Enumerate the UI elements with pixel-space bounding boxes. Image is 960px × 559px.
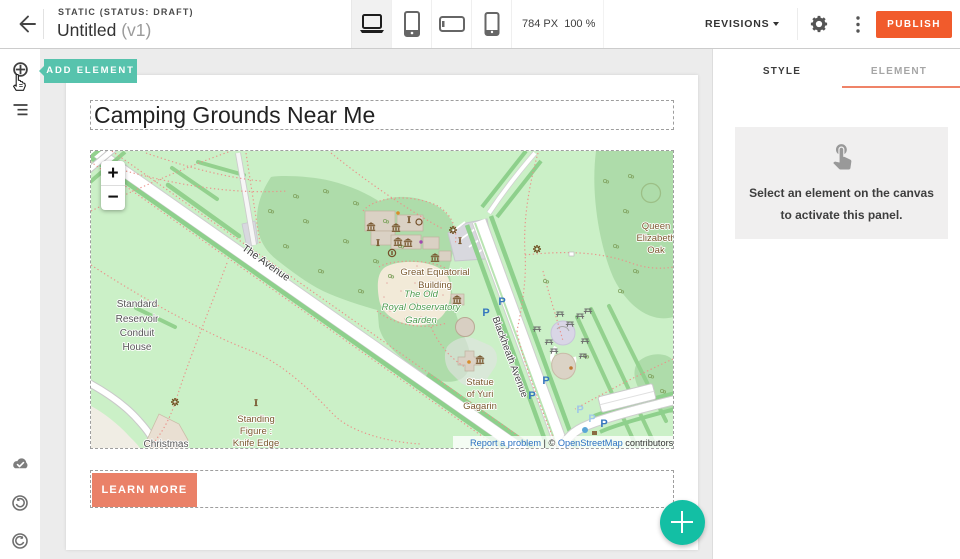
svg-text:P: P [542, 375, 549, 387]
svg-text:P: P [600, 418, 607, 430]
svg-text:P: P [576, 404, 583, 416]
svg-text:Knife Edge: Knife Edge [233, 438, 279, 448]
svg-text:Christmas: Christmas [143, 439, 188, 448]
svg-text:House: House [123, 342, 152, 353]
svg-text:Garden: Garden [405, 315, 437, 326]
svg-text:Elizabeth: Elizabeth [636, 233, 673, 244]
svg-text:Royal Observatory: Royal Observatory [382, 302, 462, 313]
svg-text:Standard: Standard [117, 299, 158, 310]
svg-text:P: P [498, 296, 505, 308]
svg-text:Conduit: Conduit [120, 328, 155, 339]
svg-text:Report a problem | © OpenStree: Report a problem | © OpenStreetMap contr… [470, 438, 673, 448]
svg-text:Statue: Statue [466, 377, 493, 388]
svg-text:P: P [588, 413, 595, 425]
svg-text:Standing: Standing [237, 414, 275, 425]
svg-text:P: P [528, 390, 535, 402]
svg-text:P: P [482, 307, 489, 319]
svg-text:Figure :: Figure : [240, 426, 272, 437]
svg-text:Gagarin: Gagarin [463, 401, 497, 412]
svg-text:Oak: Oak [647, 245, 665, 256]
svg-text:The Old: The Old [404, 289, 439, 300]
svg-text:Great Equatorial: Great Equatorial [400, 267, 469, 278]
svg-text:of Yuri: of Yuri [467, 389, 494, 400]
svg-text:Queen: Queen [642, 221, 671, 232]
svg-text:Reservoir: Reservoir [116, 314, 159, 325]
